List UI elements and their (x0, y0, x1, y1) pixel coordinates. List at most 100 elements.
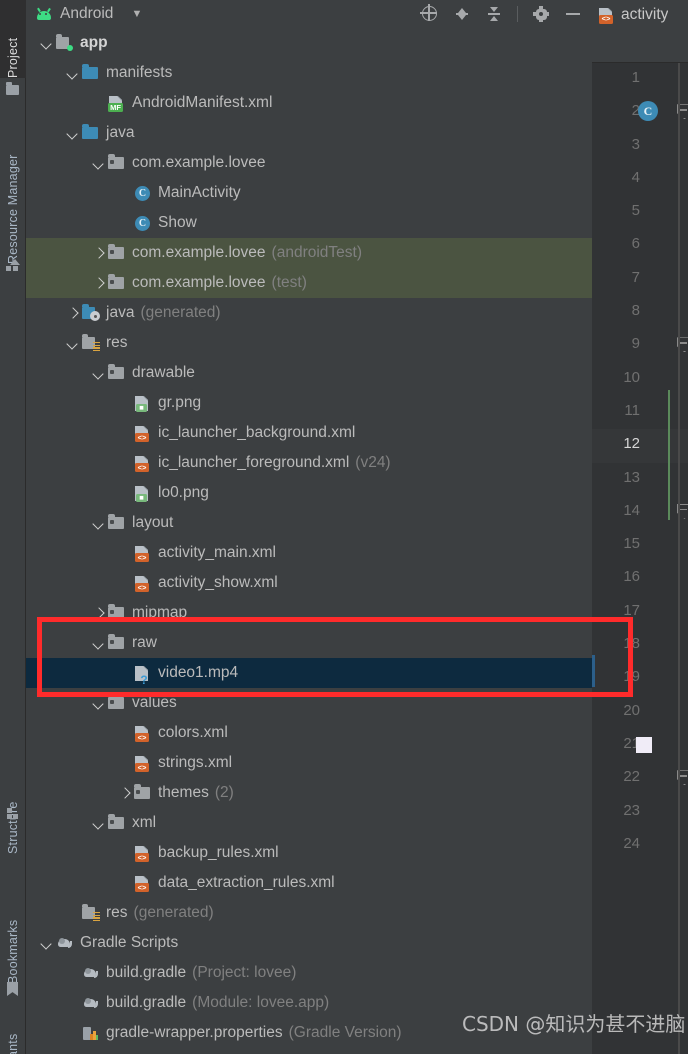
gutter-line[interactable]: 17 (592, 596, 688, 629)
project-view-selector[interactable]: Android ▼ (26, 5, 142, 23)
line-number: 12 (623, 435, 640, 453)
chevron-down-icon[interactable] (40, 936, 54, 950)
tree-row[interactable]: app (26, 28, 592, 58)
gutter-line[interactable]: 15 (592, 529, 688, 562)
chevron-down-icon[interactable] (40, 36, 54, 50)
tree-row[interactable]: xml (26, 808, 592, 838)
tree-row[interactable]: ■ lo0.png (26, 478, 592, 508)
sidebar-tab-bookmarks[interactable]: Bookmarks (0, 880, 26, 984)
gutter-line[interactable]: 10 (592, 363, 688, 396)
editor-gutter[interactable]: 1 2 C 3 4 5 6 7 8 9 10 11 12 13 14 15 16 17 18 19 20 21 22 23 24 (592, 63, 688, 1054)
chevron-down-icon[interactable] (92, 816, 106, 830)
tree-row[interactable]: <> backup_rules.xml (26, 838, 592, 868)
scrollbar-track[interactable] (678, 63, 680, 1054)
gutter-line[interactable]: 24 (592, 829, 688, 862)
tree-row[interactable]: C MainActivity (26, 178, 592, 208)
chevron-down-icon[interactable] (92, 516, 106, 530)
tree-row[interactable]: <> ic_launcher_foreground.xml (v24) (26, 448, 592, 478)
tree-row-label: build.gradle (106, 994, 187, 1011)
gutter-line[interactable]: 1 (592, 63, 688, 96)
hide-icon[interactable] (564, 5, 582, 23)
gutter-line[interactable]: 3 (592, 130, 688, 163)
tree-row[interactable]: C Show (26, 208, 592, 238)
settings-gear-icon[interactable] (533, 6, 549, 22)
chevron-down-icon[interactable] (92, 636, 106, 650)
gutter-line[interactable]: 23 (592, 796, 688, 829)
class-gutter-marker-icon[interactable]: C (638, 101, 658, 122)
chevron-right-icon[interactable] (92, 246, 106, 260)
gutter-line[interactable]: 22 (592, 762, 688, 795)
chevron-down-icon[interactable] (92, 156, 106, 170)
tree-row[interactable]: drawable (26, 358, 592, 388)
tree-row[interactable]: ? video1.mp4 (26, 658, 592, 688)
tree-row[interactable]: com.example.lovee (test) (26, 268, 592, 298)
sidebar-tab-resource-manager[interactable]: Resource Manager (0, 112, 26, 264)
tree-row[interactable]: java (generated) (26, 298, 592, 328)
tree-row[interactable]: values (26, 688, 592, 718)
tree-row[interactable]: manifests (26, 58, 592, 88)
chevron-right-icon[interactable] (118, 786, 132, 800)
tree-row[interactable]: java (26, 118, 592, 148)
gutter-line[interactable]: 4 (592, 163, 688, 196)
chevron-down-icon[interactable] (66, 66, 80, 80)
gutter-line[interactable]: 8 (592, 296, 688, 329)
tree-row-label: activity_show.xml (158, 574, 278, 591)
gutter-line[interactable]: 11 (592, 396, 688, 429)
chevron-right-icon[interactable] (92, 606, 106, 620)
line-number: 9 (631, 335, 640, 353)
tree-row[interactable]: MF AndroidManifest.xml (26, 88, 592, 118)
file-image-icon: ■ (134, 395, 151, 412)
gutter-line[interactable]: 7 (592, 263, 688, 296)
chevron-down-icon[interactable] (66, 126, 80, 140)
gutter-line[interactable]: 12 (592, 429, 688, 463)
sidebar-tab-project[interactable]: Project (0, 0, 26, 78)
collapse-all-icon[interactable] (485, 5, 503, 23)
gutter-line[interactable]: 9 (592, 329, 688, 362)
tree-row[interactable]: build.gradle (Project: lovee) (26, 958, 592, 988)
tree-row[interactable]: raw (26, 628, 592, 658)
tree-row[interactable]: <> ic_launcher_background.xml (26, 418, 592, 448)
chevron-right-icon[interactable] (66, 306, 80, 320)
gutter-line[interactable]: 19 (592, 662, 688, 695)
project-tree[interactable]: app manifests MF AndroidManifest.xml java com… (26, 28, 592, 1048)
editor-tab-label[interactable]: activity (621, 6, 668, 24)
chevron-right-icon[interactable] (92, 276, 106, 290)
tree-row[interactable]: layout (26, 508, 592, 538)
tree-row[interactable]: res (26, 328, 592, 358)
select-opened-file-icon[interactable] (421, 5, 439, 23)
chevron-down-icon[interactable] (92, 696, 106, 710)
tree-row[interactable]: <> data_extraction_rules.xml (26, 868, 592, 898)
line-number: 8 (631, 302, 640, 320)
tree-row[interactable]: <> colors.xml (26, 718, 592, 748)
chevron-down-icon[interactable]: ▼ (131, 8, 142, 20)
gutter-line[interactable]: 20 (592, 696, 688, 729)
chevron-down-icon[interactable] (66, 336, 80, 350)
tree-row[interactable]: themes (2) (26, 778, 592, 808)
gutter-line[interactable]: 18 (592, 629, 688, 662)
folder-icon (108, 274, 125, 291)
gutter-line[interactable]: 21 (592, 729, 688, 762)
tree-row[interactable]: <> activity_main.xml (26, 538, 592, 568)
tree-row[interactable]: <> activity_show.xml (26, 568, 592, 598)
gutter-line[interactable]: 14 (592, 496, 688, 529)
sidebar-tab-build-variants[interactable]: ants (0, 1018, 26, 1054)
tree-row[interactable]: <> strings.xml (26, 748, 592, 778)
tree-row[interactable]: com.example.lovee (androidTest) (26, 238, 592, 268)
tree-row[interactable]: mipmap (26, 598, 592, 628)
tree-row[interactable]: res (generated) (26, 898, 592, 928)
chevron-down-icon[interactable] (92, 366, 106, 380)
tree-row-suffix: (Gradle Version) (288, 1024, 402, 1041)
gutter-line[interactable]: 6 (592, 229, 688, 262)
gutter-line[interactable]: 5 (592, 196, 688, 229)
gutter-line[interactable]: 16 (592, 562, 688, 595)
gutter-line[interactable]: 2C (592, 96, 688, 129)
tree-row[interactable]: ■ gr.png (26, 388, 592, 418)
expand-all-icon[interactable] (453, 5, 471, 23)
tree-row[interactable]: Gradle Scripts (26, 928, 592, 958)
gutter-line[interactable]: 13 (592, 463, 688, 496)
tree-row[interactable]: com.example.lovee (26, 148, 592, 178)
tree-row-label: build.gradle (106, 964, 187, 981)
